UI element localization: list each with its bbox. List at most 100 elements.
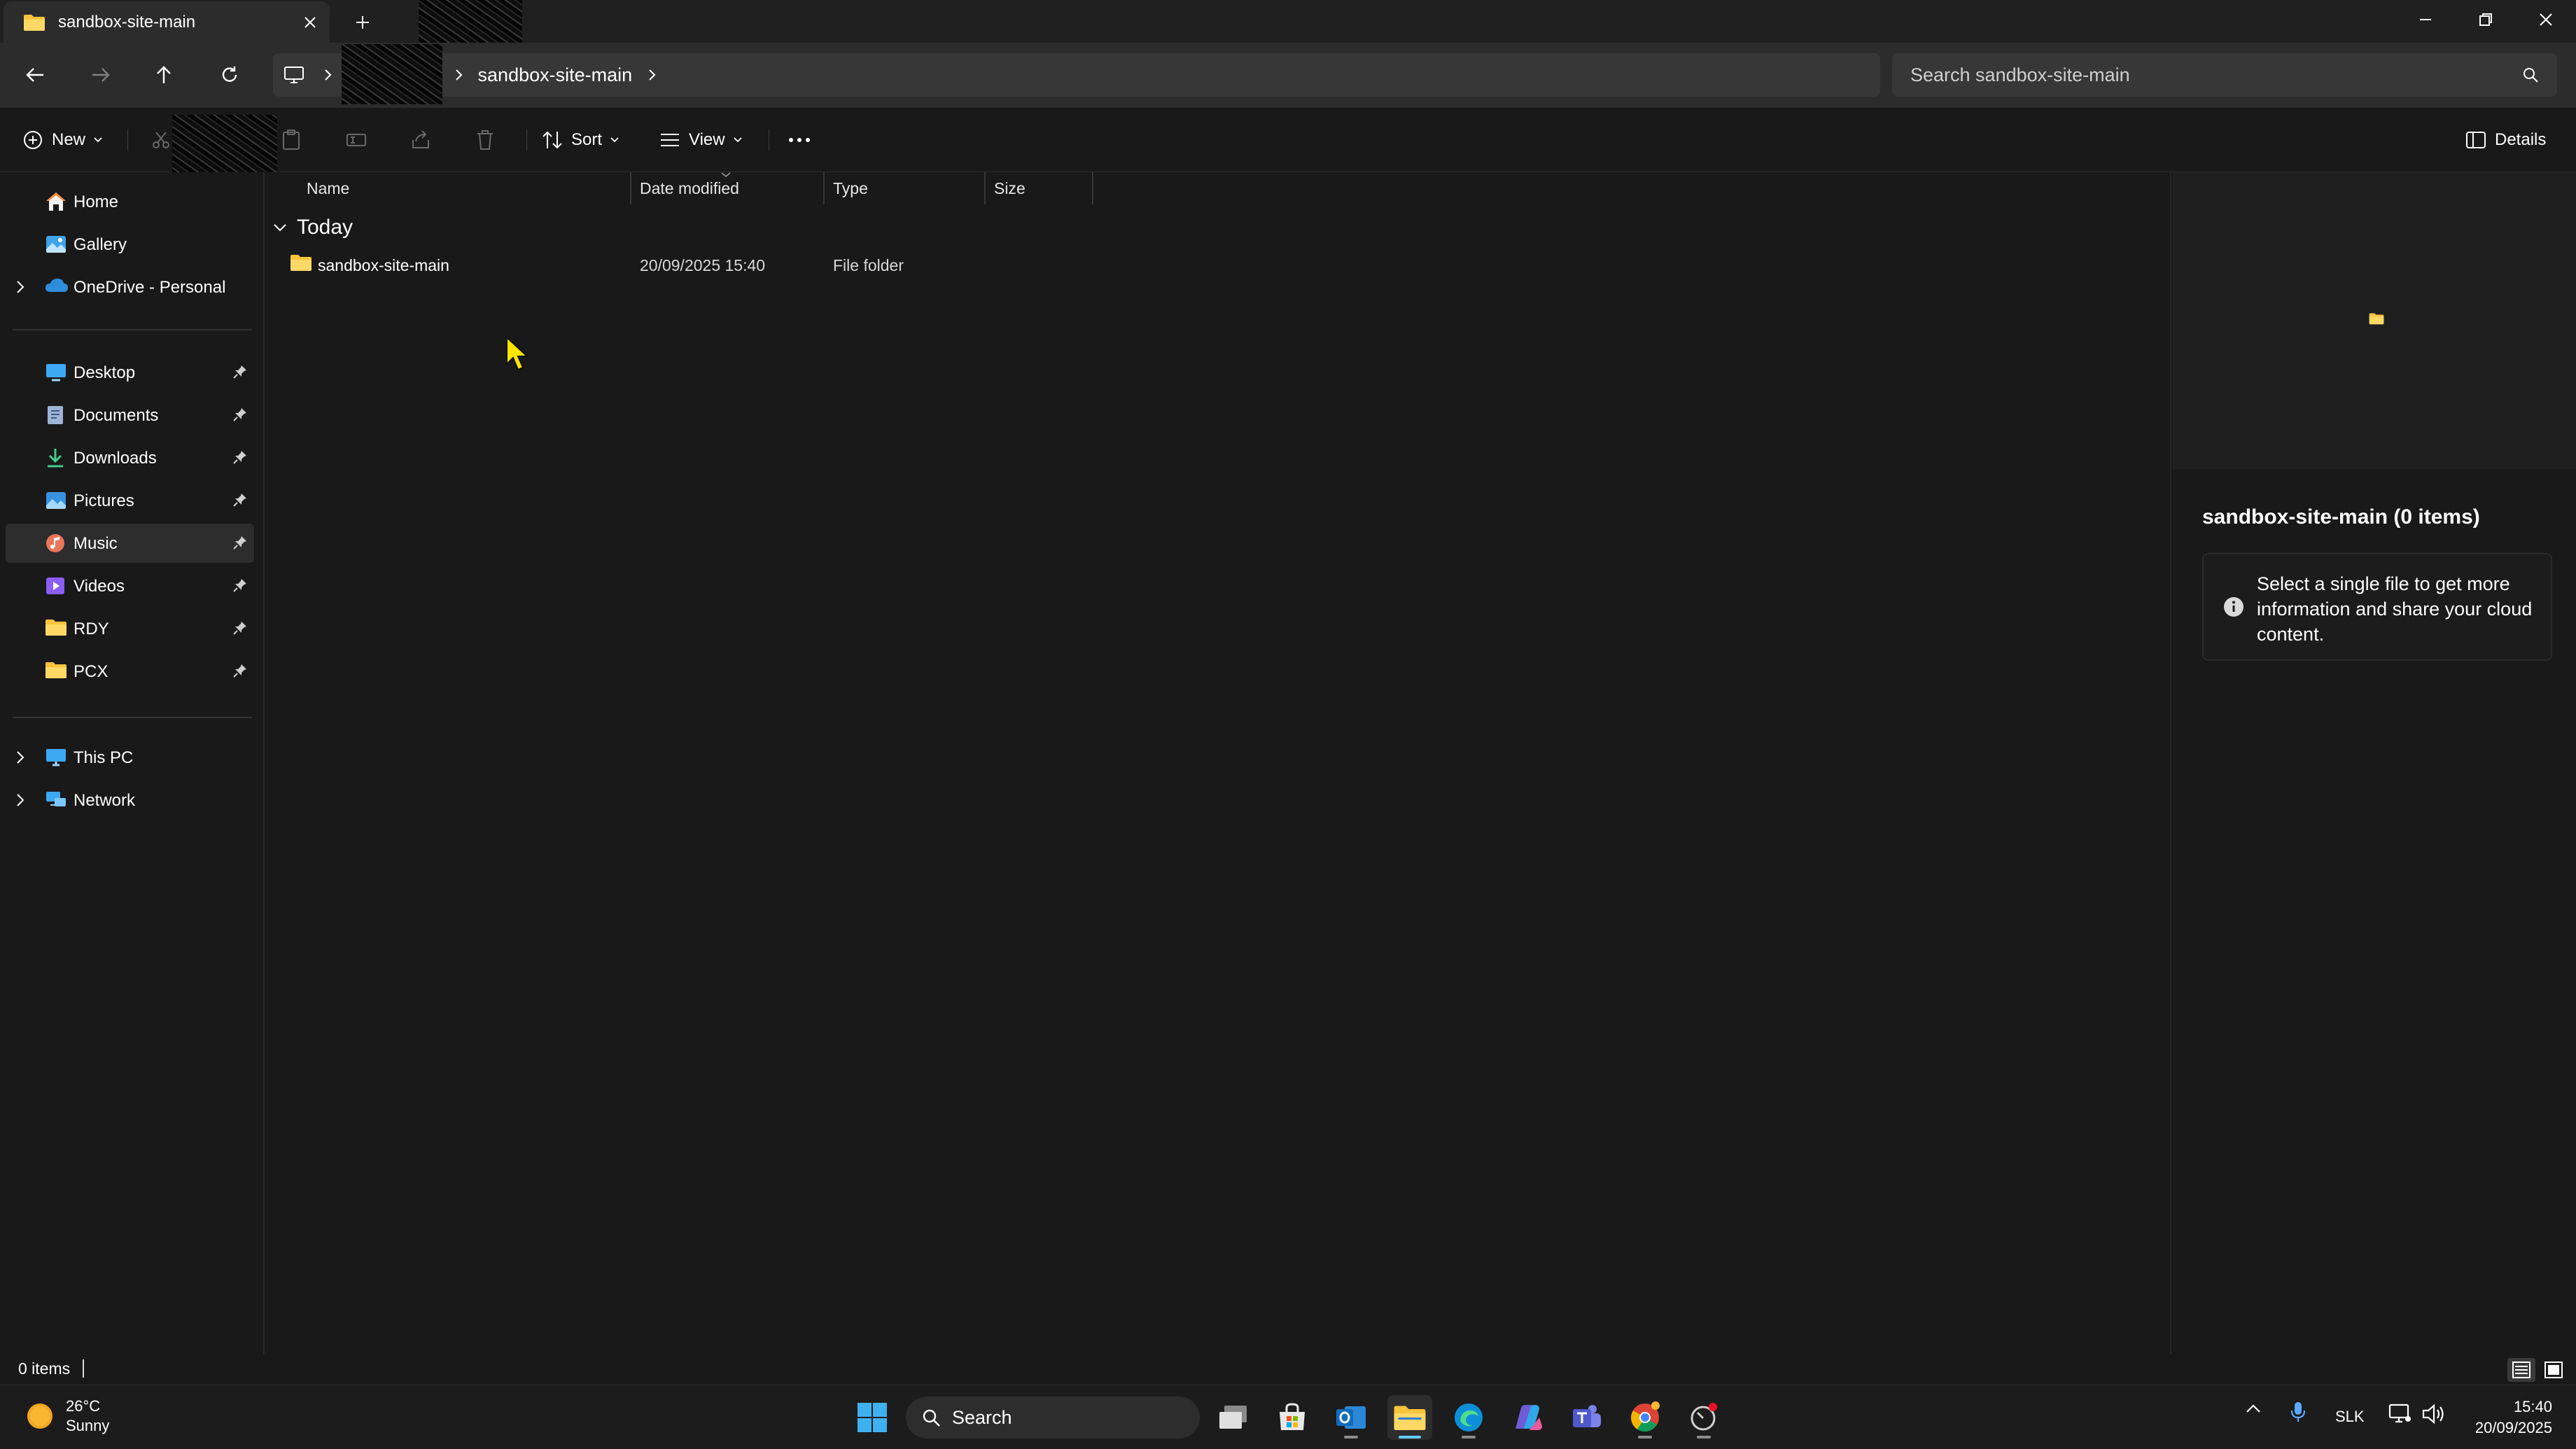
navigation-bar: ds sandbox-site-main (0, 43, 2576, 108)
tab-sandbox-site-main[interactable]: sandbox-site-main (4, 1, 330, 43)
row-name: sandbox-site-main (318, 256, 449, 274)
column-divider[interactable] (823, 172, 825, 204)
sidebar-item-rdy[interactable]: RDY (6, 609, 254, 648)
taskbar-search[interactable] (906, 1396, 1200, 1438)
screen-recorder-button[interactable] (1681, 1395, 1726, 1440)
column-type[interactable]: Type (833, 172, 868, 204)
chevron-down-icon[interactable] (273, 223, 287, 232)
sidebar-item-desktop[interactable]: Desktop (6, 353, 254, 392)
sidebar-item-network[interactable]: Network (6, 780, 254, 820)
delete-button[interactable] (476, 122, 494, 158)
sidebar-item-label: This PC (74, 748, 134, 767)
new-tab-icon[interactable] (344, 6, 381, 39)
pin-icon[interactable] (233, 450, 247, 464)
clock[interactable]: 15:40 20/09/2025 (2475, 1396, 2552, 1438)
refresh-button[interactable] (210, 57, 249, 93)
column-size[interactable]: Size (994, 172, 1026, 204)
search-icon[interactable] (2522, 66, 2539, 83)
details-button[interactable]: Details (2465, 122, 2546, 158)
taskbar: 26°C Sunny Search SLK 15:40 20/09/2025 (0, 1385, 2576, 1449)
clock-time: 15:40 (2513, 1398, 2552, 1415)
paste-button[interactable] (281, 122, 301, 158)
chevron-right-icon[interactable] (15, 793, 25, 807)
pin-icon[interactable] (233, 578, 247, 592)
column-divider[interactable] (984, 172, 986, 204)
rename-button[interactable] (346, 122, 367, 158)
pin-icon[interactable] (233, 536, 247, 550)
pin-icon[interactable] (233, 664, 247, 678)
chevron-right-icon[interactable] (451, 69, 465, 81)
store-button[interactable] (1270, 1395, 1315, 1440)
sidebar-item-onedrive[interactable]: OneDrive - Personal (6, 267, 254, 307)
address-bar[interactable]: ds sandbox-site-main (273, 53, 1880, 97)
sidebar-item-videos[interactable]: Videos (6, 566, 254, 606)
minimize-icon[interactable] (2395, 0, 2456, 39)
sidebar-item-pictures[interactable]: Pictures (6, 481, 254, 520)
pin-icon[interactable] (233, 407, 247, 421)
chevron-right-icon[interactable] (15, 750, 25, 764)
sidebar-item-gallery[interactable]: Gallery (6, 225, 254, 264)
details-view-toggle[interactable] (2507, 1358, 2535, 1382)
sidebar-item-home[interactable]: Home (6, 182, 254, 221)
close-window-icon[interactable] (2516, 0, 2576, 39)
taskbar-search-input[interactable] (952, 1406, 1176, 1429)
sidebar-item-documents[interactable]: Documents (6, 396, 254, 435)
pin-icon[interactable] (233, 621, 247, 635)
search-input[interactable] (1910, 64, 2522, 86)
teams-button[interactable] (1564, 1395, 1609, 1440)
volume-button[interactable] (2422, 1404, 2446, 1424)
column-divider[interactable] (630, 172, 631, 204)
search-box[interactable] (1892, 53, 2557, 97)
task-view-button[interactable] (1211, 1395, 1256, 1440)
input-language[interactable]: SLK (2335, 1408, 2365, 1426)
chevron-right-icon[interactable] (321, 69, 335, 81)
microphone-button[interactable] (2290, 1401, 2306, 1423)
start-button[interactable] (850, 1395, 895, 1440)
file-explorer-button[interactable] (1387, 1395, 1432, 1440)
desktop-icon (45, 362, 67, 382)
pc-icon (45, 747, 67, 766)
chevron-right-icon[interactable] (15, 280, 25, 294)
network-tray-button[interactable] (2388, 1404, 2412, 1424)
chrome-button[interactable] (1623, 1395, 1667, 1440)
outlook-button[interactable] (1329, 1395, 1373, 1440)
chevron-right-icon[interactable] (645, 69, 659, 81)
share-icon (410, 130, 431, 150)
sort-button[interactable]: Sort (542, 122, 619, 158)
file-list[interactable]: Name Date modified Type Size Today sandb… (266, 172, 2171, 1354)
divider (13, 717, 252, 718)
view-label: View (689, 130, 725, 149)
tiles-view-toggle[interactable] (2540, 1358, 2568, 1382)
edge-button[interactable] (1446, 1395, 1491, 1440)
close-tab-icon[interactable] (290, 3, 330, 42)
cut-button[interactable] (151, 122, 171, 158)
show-hidden-icons-button[interactable] (2246, 1404, 2261, 1413)
weather-widget[interactable]: 26°C Sunny (25, 1396, 109, 1436)
pin-icon[interactable] (233, 493, 247, 507)
back-button[interactable] (15, 57, 55, 93)
m365-button[interactable] (1505, 1395, 1550, 1440)
pin-icon[interactable] (233, 365, 247, 379)
column-name[interactable]: Name (307, 172, 349, 204)
pane-divider[interactable] (2170, 172, 2171, 1354)
sidebar-item-pcx[interactable]: PCX (6, 652, 254, 691)
column-header: Name Date modified Type Size (266, 172, 1096, 204)
up-button[interactable] (144, 57, 183, 93)
more-options-button[interactable] (788, 122, 811, 158)
breadcrumb-current[interactable]: sandbox-site-main (478, 64, 633, 86)
sidebar-item-music[interactable]: Music (6, 524, 254, 563)
share-button[interactable] (410, 122, 431, 158)
group-header-today[interactable]: Today (273, 216, 353, 239)
m365-icon (1511, 1402, 1544, 1433)
folder-icon (290, 253, 312, 272)
view-button[interactable]: View (659, 122, 742, 158)
forward-button[interactable] (81, 57, 120, 93)
table-row[interactable]: sandbox-site-main 20/09/2025 15:40 File … (272, 251, 1098, 279)
column-divider[interactable] (1092, 172, 1093, 204)
pc-icon[interactable] (273, 66, 315, 84)
restore-icon[interactable] (2456, 0, 2516, 39)
microphone-icon (2290, 1401, 2306, 1423)
sidebar-item-downloads[interactable]: Downloads (6, 438, 254, 477)
sidebar-item-this-pc[interactable]: This PC (6, 738, 254, 777)
new-button[interactable]: New (22, 122, 102, 158)
